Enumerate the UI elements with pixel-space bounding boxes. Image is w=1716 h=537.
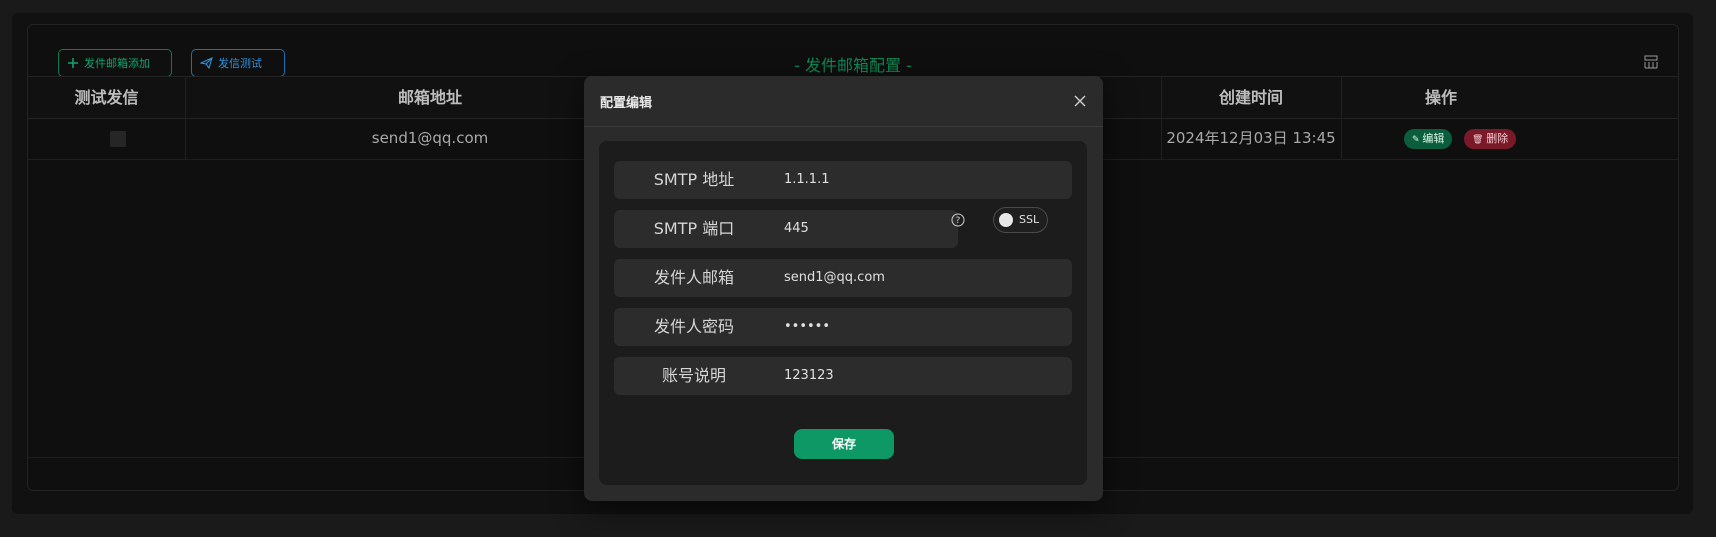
- smtp-port-field[interactable]: SMTP 端口 445: [614, 210, 958, 248]
- config-edit-dialog: 配置编辑 SMTP 地址 1.1.1.1 SMTP 端口 445 发件人邮箱 s…: [584, 76, 1103, 501]
- smtp-port-label: SMTP 端口: [653, 219, 735, 238]
- sender-password-label: 发件人密码: [653, 317, 734, 336]
- account-note-label: 账号说明: [661, 366, 726, 385]
- row-checkbox[interactable]: [110, 131, 126, 147]
- edit-button[interactable]: ✎ 编辑: [1404, 129, 1453, 149]
- ssl-toggle[interactable]: SSL: [993, 207, 1048, 233]
- row-created: 2024年12月03日 13:45: [1166, 129, 1336, 147]
- help-icon[interactable]: ?: [951, 213, 965, 227]
- col-created: 创建时间: [1218, 88, 1283, 107]
- trash-icon: 🗑: [1472, 135, 1487, 145]
- pencil-icon: ✎: [1412, 135, 1423, 145]
- dialog-title: 配置编辑: [600, 96, 653, 111]
- ssl-label: SSL: [1019, 213, 1040, 226]
- col-actions: 操作: [1424, 88, 1457, 107]
- account-note-input[interactable]: 123123: [784, 357, 834, 395]
- grid-settings-icon[interactable]: [1644, 55, 1658, 69]
- sender-email-label: 发件人邮箱: [653, 268, 734, 287]
- dialog-body: SMTP 地址 1.1.1.1 SMTP 端口 445 发件人邮箱 send1@…: [599, 141, 1087, 485]
- ssl-toggle-knob: [999, 213, 1013, 227]
- svg-text:?: ?: [956, 216, 961, 226]
- smtp-port-input[interactable]: 445: [784, 210, 809, 248]
- sender-password-field[interactable]: 发件人密码 ••••••: [614, 308, 1072, 346]
- sender-email-field[interactable]: 发件人邮箱 send1@qq.com: [614, 259, 1072, 297]
- smtp-address-input[interactable]: 1.1.1.1: [784, 161, 829, 199]
- close-icon[interactable]: [1071, 92, 1089, 110]
- card-title: - 发件邮箱配置 -: [794, 56, 912, 75]
- dialog-header: 配置编辑: [584, 76, 1103, 127]
- sender-email-input[interactable]: send1@qq.com: [784, 259, 885, 297]
- delete-label: 删除: [1486, 132, 1509, 145]
- smtp-address-label: SMTP 地址: [653, 170, 735, 189]
- account-note-field[interactable]: 账号说明 123123: [614, 357, 1072, 395]
- col-test-send: 测试发信: [74, 88, 139, 107]
- smtp-address-field[interactable]: SMTP 地址 1.1.1.1: [614, 161, 1072, 199]
- edit-label: 编辑: [1422, 132, 1445, 145]
- sender-password-input[interactable]: ••••••: [784, 308, 830, 346]
- save-button[interactable]: 保存: [794, 429, 894, 459]
- delete-button[interactable]: 🗑 删除: [1464, 129, 1517, 149]
